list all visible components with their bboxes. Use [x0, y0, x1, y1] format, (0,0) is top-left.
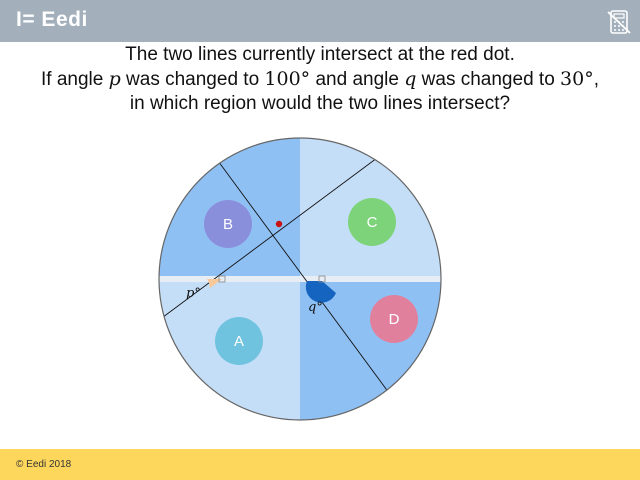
- angle-p-label: p°: [186, 286, 201, 301]
- angle-q-label: q°: [308, 300, 323, 315]
- intersection-diagram: p° q° A B C D: [158, 137, 442, 421]
- region-a-label: A: [234, 333, 244, 350]
- footer-bar: © Eedi 2018: [0, 449, 640, 480]
- region-d-label: D: [389, 311, 400, 328]
- intersection-dot: [275, 220, 283, 228]
- region-c-label: C: [367, 214, 378, 231]
- horizontal-beam: [159, 276, 441, 282]
- copyright-text: © Eedi 2018: [16, 459, 72, 470]
- region-b-label: B: [223, 216, 233, 233]
